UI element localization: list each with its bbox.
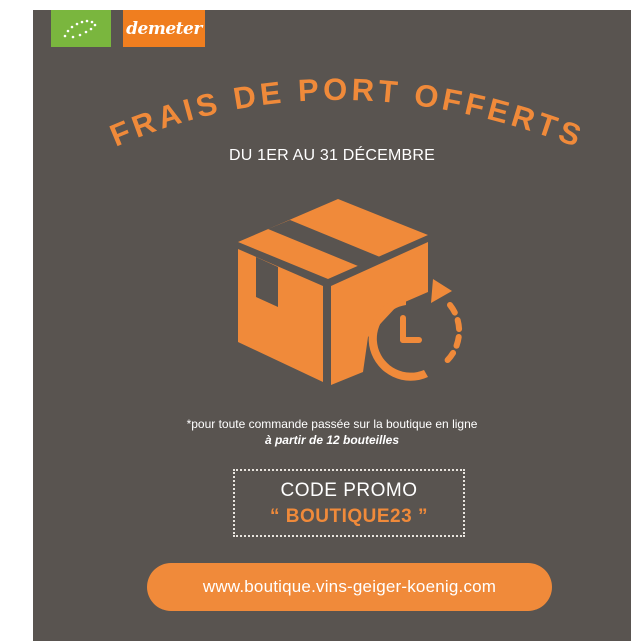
conditions-line: *pour toute commande passée sur la bouti…: [186, 417, 478, 431]
delivery-box-clock-icon: [238, 199, 463, 385]
conditions-note: *pour toute commande passée sur la bouti…: [33, 416, 631, 448]
promo-code-box: CODE PROMO “ BOUTIQUE23 ”: [233, 469, 465, 537]
headline-text: FRAIS DE PORT OFFERTS: [105, 72, 586, 155]
svg-text:FRAIS DE PORT OFFERTS: FRAIS DE PORT OFFERTS: [105, 72, 590, 155]
minimum-order-line: à partir de 12 bouteilles: [264, 433, 400, 447]
website-link[interactable]: www.boutique.vins-geiger-koenig.com: [147, 563, 552, 611]
headline: FRAIS DE PORT OFFERTS: [105, 72, 590, 155]
promo-label: CODE PROMO: [280, 480, 418, 501]
date-range: DU 1ER AU 31 DÉCEMBRE: [228, 147, 436, 164]
promo-code: “ BOUTIQUE23 ”: [270, 506, 428, 527]
promo-banner: demeter FRAIS DE PORT OFFERTS DU 1ER AU …: [33, 10, 631, 641]
